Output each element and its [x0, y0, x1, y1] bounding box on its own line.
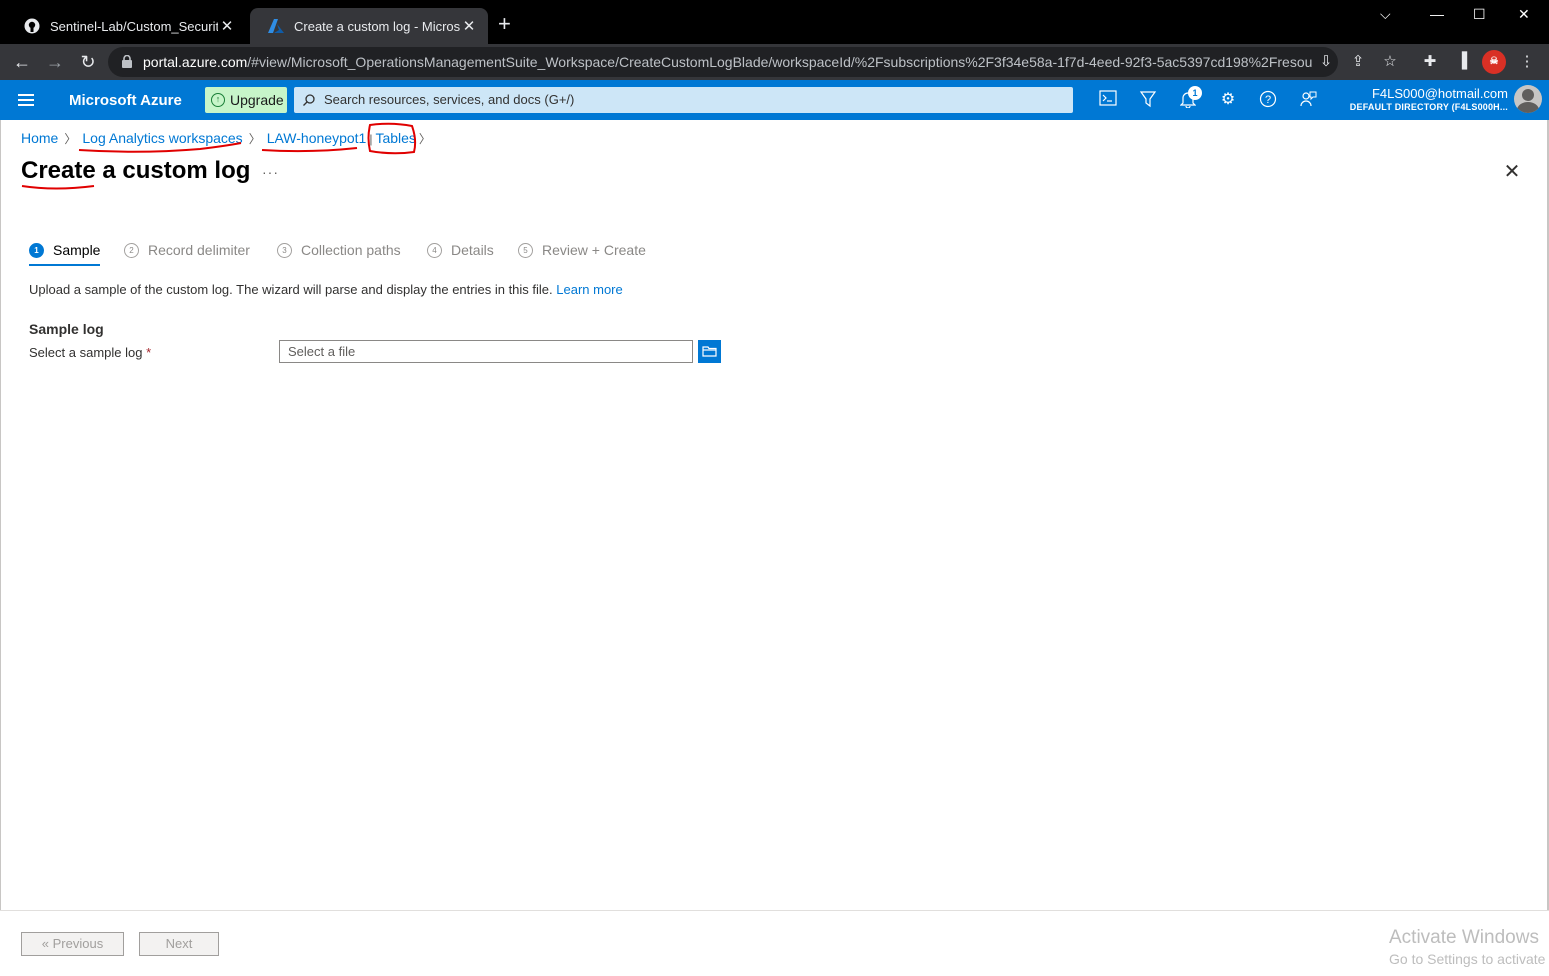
step-number: 2	[124, 242, 139, 258]
step-label: Review + Create	[542, 242, 646, 258]
step-number: 1	[29, 242, 44, 258]
feedback-icon[interactable]	[1298, 90, 1318, 110]
browser-toolbar: ← → ↻ portal.azure.com/#view/Microsoft_O…	[0, 44, 1549, 80]
global-search-input[interactable]: Search resources, services, and docs (G+…	[294, 87, 1073, 113]
github-icon	[24, 18, 40, 34]
description-text: Upload a sample of the custom log. The w…	[29, 282, 553, 297]
tab-title: Create a custom log - Microsoft	[294, 18, 460, 34]
field-label-text: Select a sample log	[29, 345, 143, 360]
sample-log-label: Select a sample log *	[29, 345, 151, 360]
upgrade-label: Upgrade	[230, 92, 284, 108]
minimize-icon[interactable]: —	[1430, 6, 1444, 22]
settings-gear-icon[interactable]: ⚙	[1218, 90, 1238, 110]
step-number: 3	[277, 242, 292, 258]
step-number: 4	[427, 242, 442, 258]
breadcrumb-law-honeypot1[interactable]: LAW-honeypot1	[267, 130, 367, 146]
account-info[interactable]: F4LS000@hotmail.com DEFAULT DIRECTORY (F…	[1350, 86, 1508, 112]
step-description: Upload a sample of the custom log. The w…	[29, 282, 623, 297]
page-title: Create a custom log	[21, 157, 251, 184]
side-panel-icon[interactable]: ▐	[1452, 52, 1472, 69]
account-avatar[interactable]	[1514, 85, 1542, 113]
chevron-right-icon: 〉	[64, 132, 77, 146]
step-number: 5	[518, 242, 533, 258]
search-placeholder: Search resources, services, and docs (G+…	[324, 92, 575, 107]
close-tab-icon[interactable]: ✕	[218, 17, 236, 35]
close-tab-icon[interactable]: ✕	[460, 17, 478, 35]
breadcrumb-log-analytics-workspaces[interactable]: Log Analytics workspaces	[82, 130, 242, 146]
next-button[interactable]: Next	[139, 932, 219, 956]
share-icon[interactable]: ⇪	[1348, 52, 1368, 70]
wizard-footer: « Previous Next	[0, 910, 1549, 976]
close-blade-icon[interactable]: ✕	[1502, 162, 1522, 183]
reload-icon[interactable]: ↻	[76, 50, 100, 74]
activate-windows-watermark: Activate Windows Go to Settings to activ…	[1389, 927, 1549, 967]
tab-search-icon[interactable]: ⌵	[1380, 6, 1391, 23]
search-icon	[303, 94, 315, 106]
chevron-right-icon: |	[369, 132, 373, 146]
notification-count-badge: 1	[1188, 86, 1202, 100]
section-heading: Sample log	[29, 321, 104, 337]
breadcrumb-home[interactable]: Home	[21, 130, 58, 146]
install-app-icon[interactable]: ⇩	[1316, 52, 1336, 70]
wizard-step-collection-paths[interactable]: 3 Collection paths	[277, 242, 401, 258]
browser-tab-azure[interactable]: Create a custom log - Microsoft ✕	[250, 8, 488, 44]
bookmark-star-icon[interactable]: ☆	[1380, 52, 1400, 70]
window-close-icon[interactable]: ✕	[1518, 6, 1530, 23]
step-label: Collection paths	[301, 242, 401, 258]
watermark-line-1: Activate Windows	[1389, 927, 1539, 948]
more-options-icon[interactable]: ···	[262, 164, 279, 180]
required-marker: *	[146, 345, 152, 360]
address-bar[interactable]: portal.azure.com/#view/Microsoft_Operati…	[108, 47, 1338, 77]
step-label: Record delimiter	[148, 242, 250, 258]
azure-brand[interactable]: Microsoft Azure	[69, 92, 182, 109]
new-tab-button[interactable]: +	[498, 12, 511, 36]
extensions-icon[interactable]: ✚	[1420, 52, 1440, 70]
chevron-right-icon: 〉	[418, 132, 431, 146]
upgrade-arrow-icon: ↑	[211, 93, 225, 107]
cloud-shell-icon[interactable]	[1098, 90, 1118, 110]
folder-icon	[702, 346, 717, 357]
browser-menu-icon[interactable]: ⋮	[1517, 52, 1537, 70]
url-text: portal.azure.com/#view/Microsoft_Operati…	[143, 54, 1313, 70]
step-label: Details	[451, 242, 494, 258]
browse-file-button[interactable]	[698, 340, 721, 363]
previous-button[interactable]: « Previous	[21, 932, 124, 956]
svg-text:?: ?	[1265, 94, 1271, 106]
wizard-step-review-create[interactable]: 5 Review + Create	[518, 242, 646, 258]
step-label: Sample	[53, 242, 101, 258]
azure-icon	[268, 18, 284, 34]
forward-icon[interactable]: →	[43, 50, 67, 74]
tab-title: Sentinel-Lab/Custom_Security_Lo	[50, 18, 218, 34]
browser-tab-github[interactable]: Sentinel-Lab/Custom_Security_Lo ✕	[6, 8, 246, 44]
browser-tab-strip: Sentinel-Lab/Custom_Security_Lo ✕ Create…	[0, 0, 1549, 44]
lock-icon	[122, 55, 132, 68]
left-border	[0, 120, 1, 976]
active-step-underline	[29, 264, 100, 266]
breadcrumb-tables[interactable]: Tables	[375, 130, 415, 146]
sample-log-file-input[interactable]	[279, 340, 693, 363]
back-icon[interactable]: ←	[10, 50, 34, 74]
learn-more-link[interactable]: Learn more	[556, 282, 622, 297]
wizard-step-record-delimiter[interactable]: 2 Record delimiter	[124, 242, 250, 258]
wizard-step-sample[interactable]: 1 Sample	[29, 242, 100, 258]
breadcrumb: Home 〉 Log Analytics workspaces 〉 LAW-honeyp…	[21, 130, 437, 147]
watermark-line-2: Go to Settings to activate Windows.	[1389, 951, 1549, 967]
chevron-right-icon: 〉	[248, 132, 261, 146]
account-directory: DEFAULT DIRECTORY (F4LS000H...	[1349, 102, 1508, 112]
help-icon[interactable]: ?	[1258, 90, 1278, 110]
azure-top-bar: Microsoft Azure ↑ Upgrade Search resourc…	[0, 80, 1549, 120]
maximize-icon[interactable]: ☐	[1473, 6, 1486, 23]
wizard-step-details[interactable]: 4 Details	[427, 242, 494, 258]
directory-filter-icon[interactable]	[1138, 90, 1158, 110]
account-email: F4LS000@hotmail.com	[1371, 86, 1508, 101]
portal-menu-icon[interactable]	[18, 94, 34, 106]
browser-profile-avatar[interactable]: ☠	[1482, 50, 1506, 74]
upgrade-button[interactable]: ↑ Upgrade	[205, 87, 287, 113]
